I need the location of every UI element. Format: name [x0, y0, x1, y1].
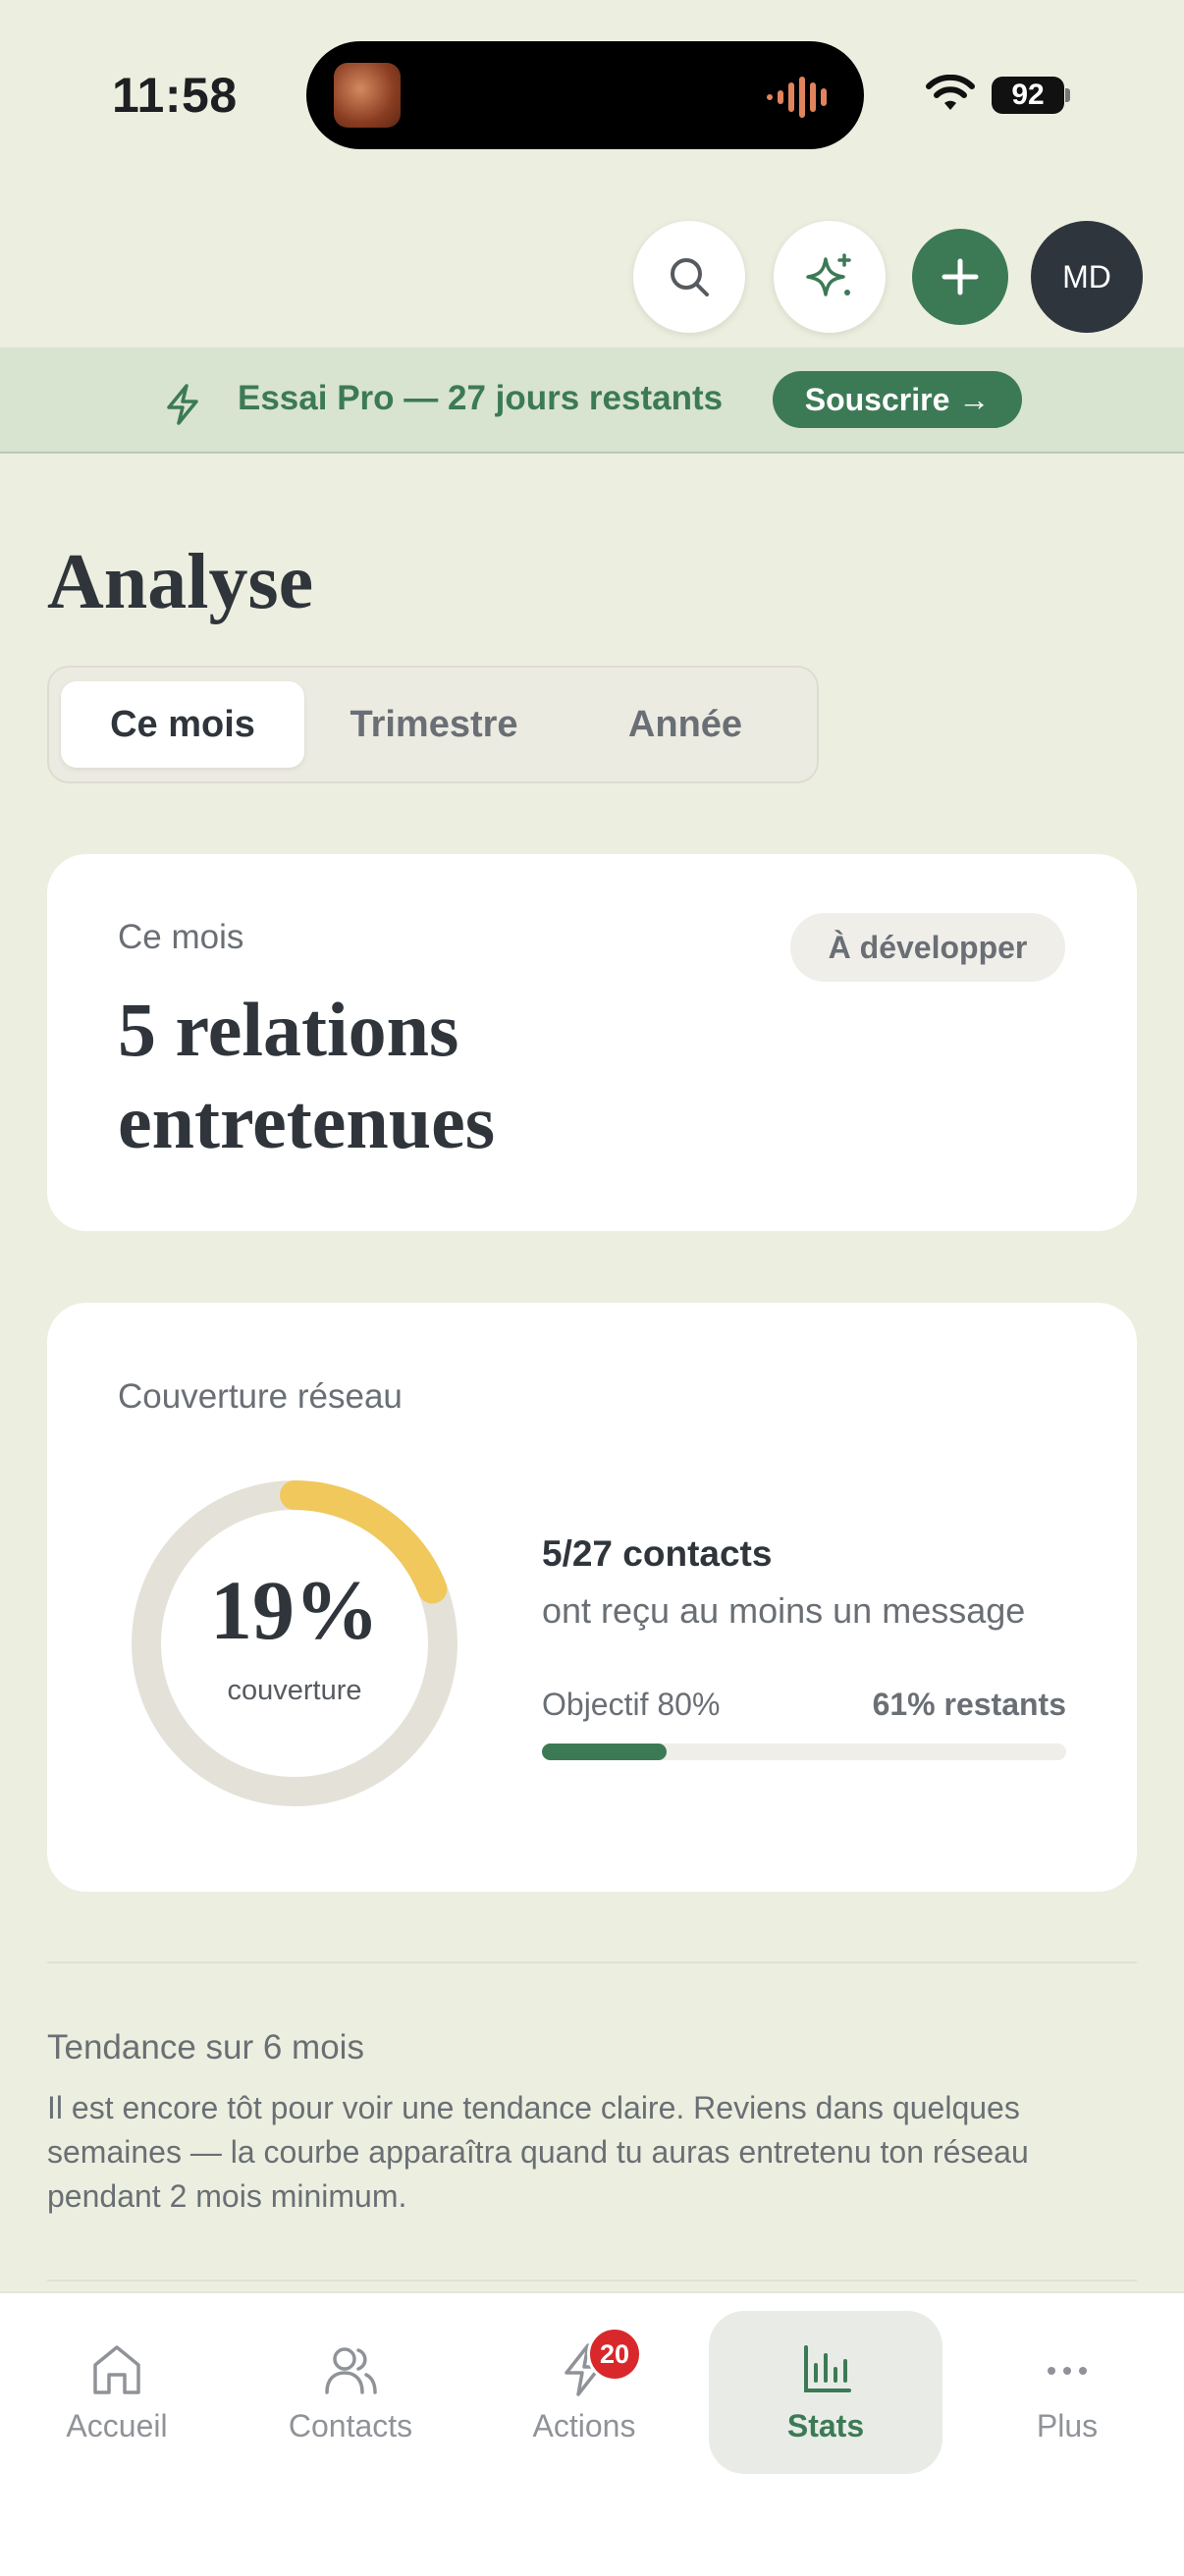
coverage-title: Couverture réseau — [118, 1377, 403, 1416]
tab-contacts-label: Contacts — [288, 2407, 413, 2443]
coverage-percent: 19% — [210, 1563, 379, 1657]
avatar[interactable]: MD — [1031, 221, 1143, 333]
bolt-icon — [167, 384, 198, 425]
users-icon — [325, 2346, 377, 2394]
add-button[interactable] — [912, 229, 1008, 325]
audio-wave-icon — [767, 77, 827, 118]
relations-headline: 5 relations entretenues — [118, 984, 495, 1168]
section-divider-bottom — [47, 2280, 1137, 2281]
relations-headline-line2: entretenues — [118, 1079, 496, 1164]
tab-stats[interactable]: Stats — [709, 2311, 942, 2474]
tab-more-label: Plus — [1036, 2407, 1099, 2443]
card-period-label: Ce mois — [118, 918, 244, 956]
page-title: Analyse — [47, 539, 314, 625]
sparkles-icon — [806, 253, 851, 296]
search-icon — [671, 258, 709, 296]
bar-chart-icon — [804, 2344, 851, 2392]
subscribe-button[interactable]: Souscrire → — [773, 371, 1022, 428]
relations-headline-line1: 5 relations — [118, 987, 459, 1072]
trend-description: Il est encore tôt pour voir une tendance… — [47, 2090, 1029, 2214]
trial-banner-text: Essai Pro — 27 jours restants — [238, 379, 724, 417]
tab-quarter[interactable]: Trimestre — [312, 681, 556, 768]
contacts-count: 5/27 contacts — [542, 1533, 773, 1574]
tab-contacts[interactable]: Contacts — [234, 2311, 467, 2474]
tab-actions[interactable]: Actions — [467, 2311, 701, 2474]
search-button[interactable] — [633, 221, 745, 333]
section-divider — [47, 1961, 1137, 1963]
goal-label: Objectif 80% — [542, 1687, 721, 1722]
tab-year[interactable]: Année — [564, 681, 807, 768]
dynamic-island[interactable] — [306, 41, 864, 149]
coverage-caption: couverture — [227, 1675, 362, 1706]
status-time: 11:58 — [112, 68, 238, 123]
status-badge: À développer — [790, 913, 1065, 982]
tab-home-label: Accueil — [66, 2407, 168, 2443]
tab-this-month[interactable]: Ce mois — [61, 681, 304, 768]
wifi-icon — [926, 75, 975, 110]
more-icon — [1048, 2366, 1087, 2375]
actions-notification-badge: 20 — [587, 2327, 642, 2382]
contacts-subtext: ont reçu au moins un message — [542, 1590, 1026, 1631]
trend-title: Tendance sur 6 mois — [47, 2028, 364, 2066]
tab-more[interactable]: Plus — [950, 2311, 1184, 2474]
battery-tip — [1065, 88, 1070, 102]
goal-remaining: 61% restants — [872, 1687, 1066, 1722]
tab-actions-label: Actions — [532, 2407, 636, 2443]
period-segmented-control: Ce mois Trimestre Année — [47, 666, 819, 783]
tab-home[interactable]: Accueil — [0, 2311, 234, 2474]
plus-icon — [942, 258, 979, 295]
goal-progress-bar — [542, 1744, 1066, 1760]
now-playing-artwork — [334, 63, 401, 128]
battery-indicator: 92 — [992, 77, 1064, 114]
goal-progress-fill — [542, 1744, 667, 1760]
home-icon — [93, 2344, 140, 2394]
tab-stats-label: Stats — [786, 2407, 865, 2443]
ai-assistant-button[interactable] — [774, 221, 886, 333]
